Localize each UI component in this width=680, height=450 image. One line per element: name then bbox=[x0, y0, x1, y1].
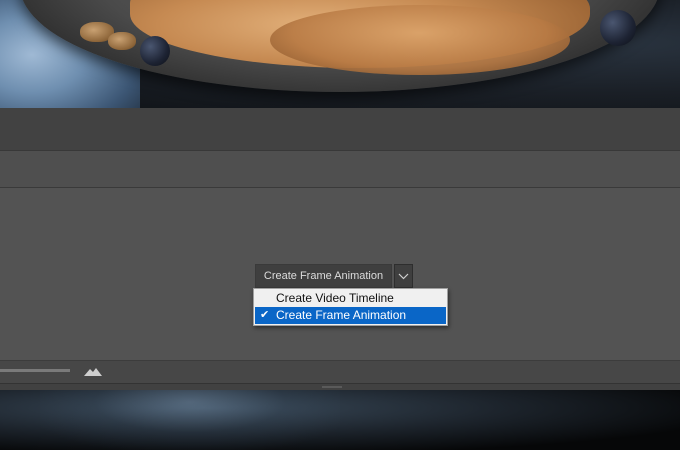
zoom-slider-track[interactable] bbox=[0, 369, 70, 372]
mountains-icon bbox=[84, 368, 102, 376]
zoom-in-button[interactable] bbox=[80, 364, 106, 380]
photo-highlight bbox=[40, 390, 340, 450]
blueberry bbox=[140, 36, 170, 66]
create-mode-dropdown-menu: Create Video Timeline ✔ Create Frame Ani… bbox=[253, 288, 448, 326]
menu-item-create-video-timeline[interactable]: Create Video Timeline bbox=[255, 290, 446, 307]
blueberry bbox=[600, 10, 636, 46]
menu-item-create-frame-animation[interactable]: ✔ Create Frame Animation bbox=[255, 307, 446, 324]
menu-item-label: Create Frame Animation bbox=[276, 308, 407, 322]
panel-toolbar bbox=[0, 151, 680, 188]
panel-footer bbox=[0, 360, 680, 383]
timeline-panel: Create Frame Animation Create Video Time… bbox=[0, 108, 680, 391]
chevron-down-icon bbox=[398, 273, 409, 279]
checkmark-icon: ✔ bbox=[260, 309, 270, 321]
walnut bbox=[108, 32, 136, 50]
menu-item-label: Create Video Timeline bbox=[276, 291, 394, 305]
pastry-top bbox=[270, 5, 570, 75]
panel-header bbox=[0, 108, 680, 151]
create-frame-animation-button[interactable]: Create Frame Animation bbox=[255, 264, 392, 288]
resize-grip[interactable] bbox=[322, 386, 342, 388]
canvas-photo-top bbox=[0, 0, 680, 108]
canvas-photo-bottom bbox=[0, 390, 680, 450]
create-mode-dropdown-toggle[interactable] bbox=[394, 264, 413, 288]
